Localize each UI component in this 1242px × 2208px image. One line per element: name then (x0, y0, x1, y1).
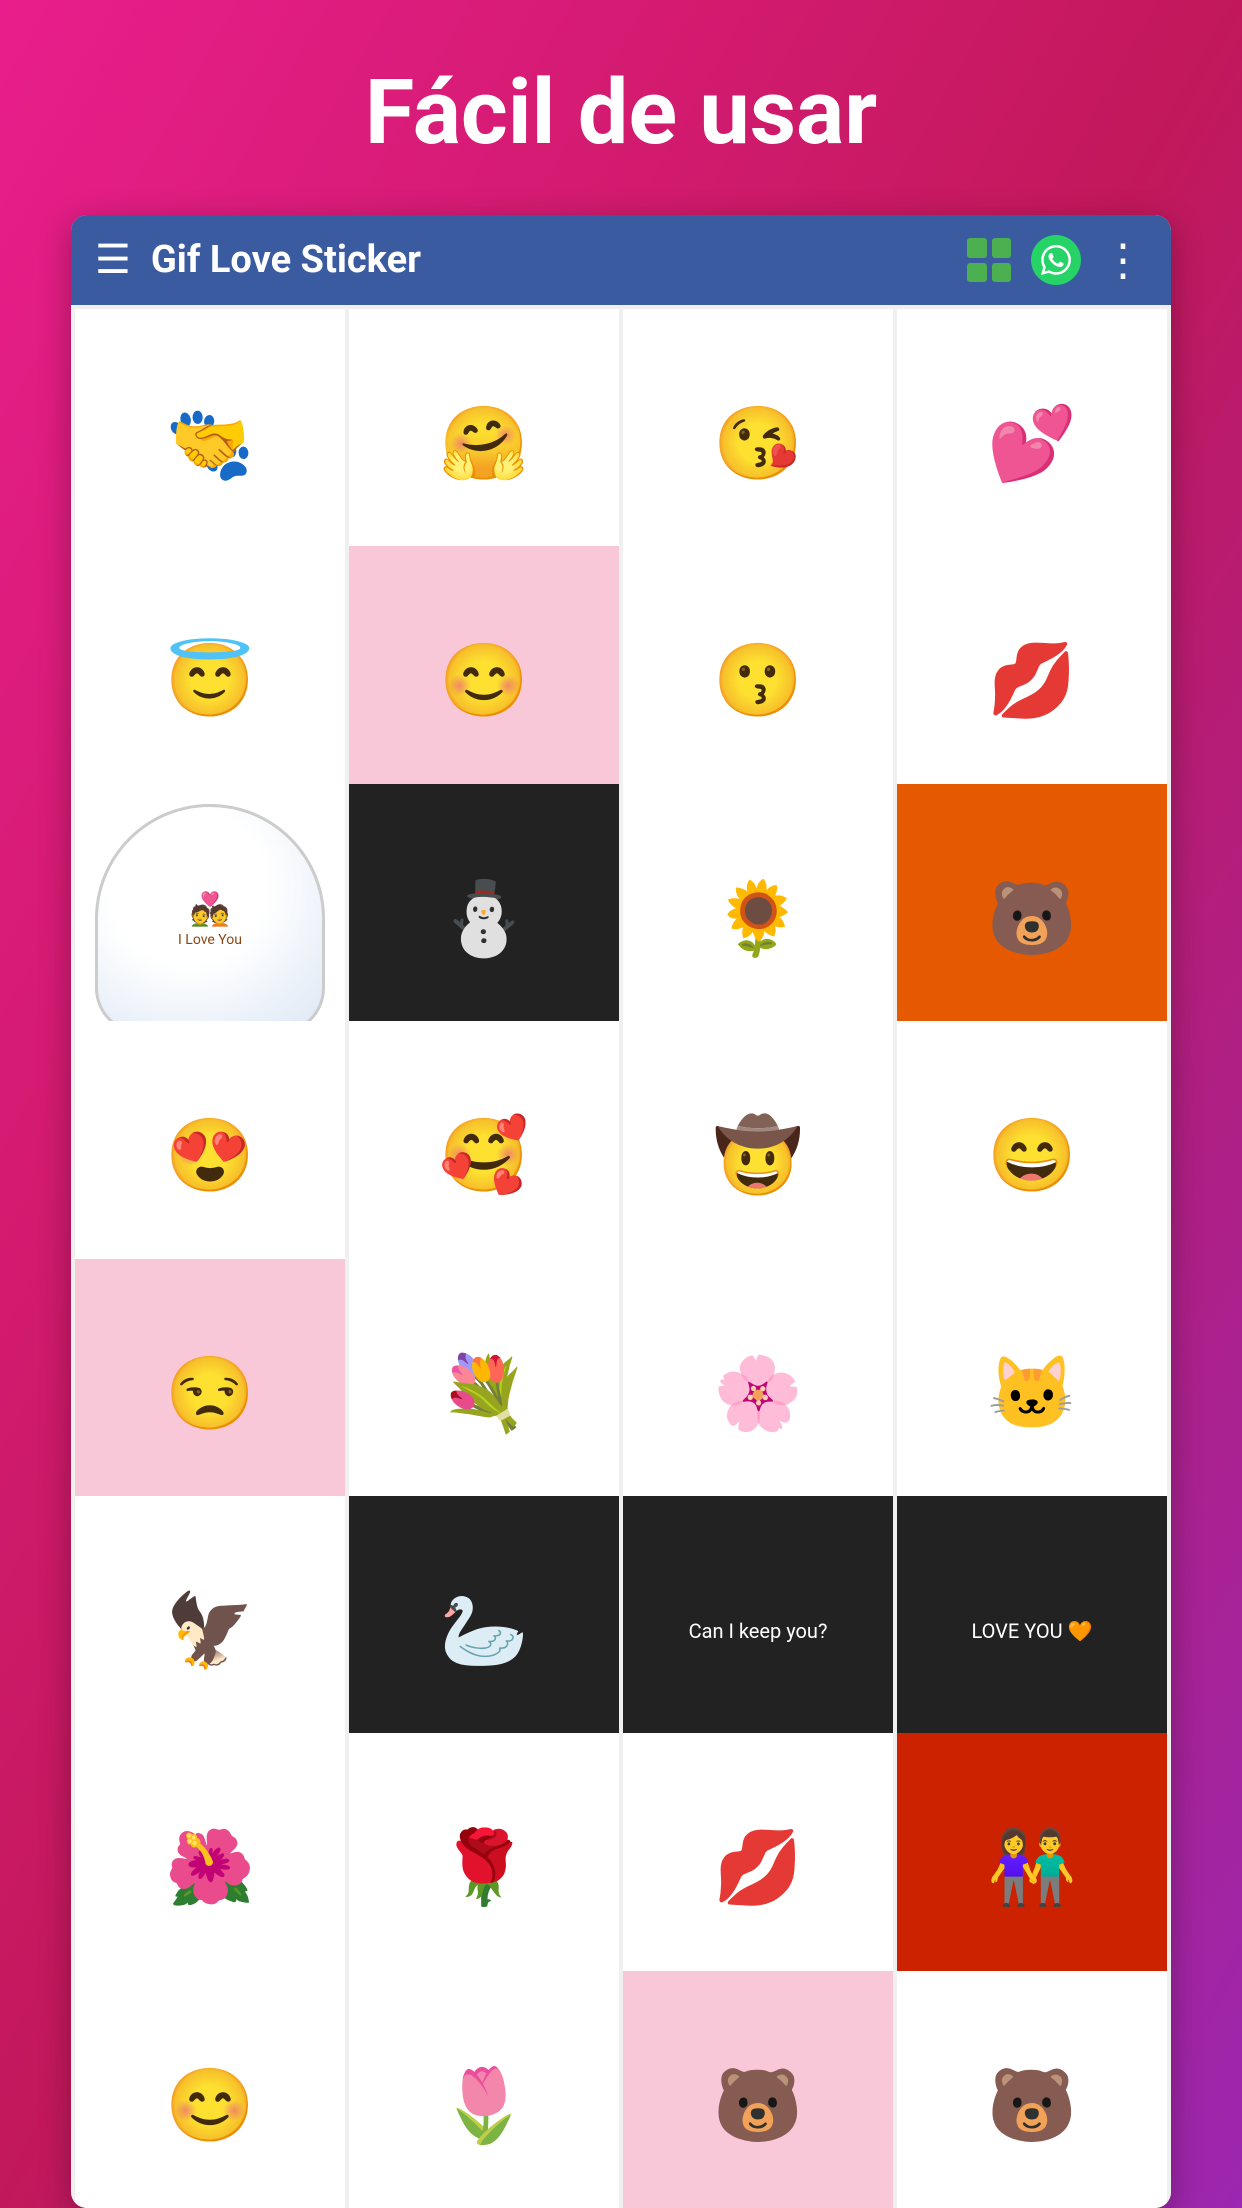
sticker-grid: 🐾 🤝 🤗 😘 💕 😇 😊 😗 💋 (71, 305, 1171, 2208)
sticker-cell[interactable]: 💐 (349, 1259, 619, 1529)
sticker-cell[interactable]: 🌹 (349, 1733, 619, 2003)
app-title: Gif Love Sticker (151, 238, 947, 282)
sticker-cell[interactable]: LOVE YOU 🧡 (897, 1496, 1167, 1766)
sticker-cell[interactable]: 🐾 🤝 (75, 309, 345, 579)
sticker-cell[interactable]: 💋 (623, 1733, 893, 2003)
grid-view-icon[interactable] (967, 238, 1011, 282)
sticker-cell[interactable]: Can I keep you? (623, 1496, 893, 1766)
sticker-cell[interactable]: 💑 I Love You (75, 784, 345, 1054)
sticker-cell[interactable]: 🌺 (75, 1733, 345, 2003)
app-bar: ☰ Gif Love Sticker ⋮ (71, 215, 1171, 305)
sticker-cell[interactable]: 😍 (75, 1021, 345, 1291)
sticker-cell[interactable]: 😒 (75, 1259, 345, 1529)
sticker-cell[interactable]: 🌸 (623, 1259, 893, 1529)
sticker-cell[interactable]: ⛄ (349, 784, 619, 1054)
sticker-cell[interactable]: 🦢 (349, 1496, 619, 1766)
sticker-cell[interactable]: 😊 (75, 1971, 345, 2208)
sticker-cell[interactable]: 🐻 (897, 1971, 1167, 2208)
sticker-cell[interactable]: 🦅 (75, 1496, 345, 1766)
sticker-cell[interactable]: 🤠 (623, 1021, 893, 1291)
sticker-cell[interactable]: 👫 (897, 1733, 1167, 2003)
sticker-cell[interactable]: 💕 (897, 309, 1167, 579)
sticker-cell[interactable]: 🐱 (897, 1259, 1167, 1529)
hamburger-icon[interactable]: ☰ (95, 240, 131, 280)
phone-container: ☰ Gif Love Sticker ⋮ 🐾 🤝 🤗 (71, 215, 1171, 2208)
sticker-cell[interactable]: 💋 (897, 546, 1167, 816)
sticker-cell[interactable]: 😄 (897, 1021, 1167, 1291)
sticker-cell[interactable]: 😗 (623, 546, 893, 816)
app-bar-actions: ⋮ (967, 234, 1147, 286)
more-options-icon[interactable]: ⋮ (1101, 234, 1147, 286)
sticker-cell[interactable]: 🌻 (623, 784, 893, 1054)
sticker-cell[interactable]: 😊 (349, 546, 619, 816)
sticker-cell[interactable]: 🤗 (349, 309, 619, 579)
whatsapp-icon[interactable] (1031, 235, 1081, 285)
sticker-cell[interactable]: 🌷 (349, 1971, 619, 2208)
page-title: Fácil de usar (0, 0, 1242, 215)
sticker-cell[interactable]: 🐻 (897, 784, 1167, 1054)
sticker-cell[interactable]: 😇 (75, 546, 345, 816)
sticker-cell[interactable]: 😘 (623, 309, 893, 579)
sticker-cell[interactable]: 🥰 (349, 1021, 619, 1291)
sticker-cell[interactable]: 🐻 (623, 1971, 893, 2208)
